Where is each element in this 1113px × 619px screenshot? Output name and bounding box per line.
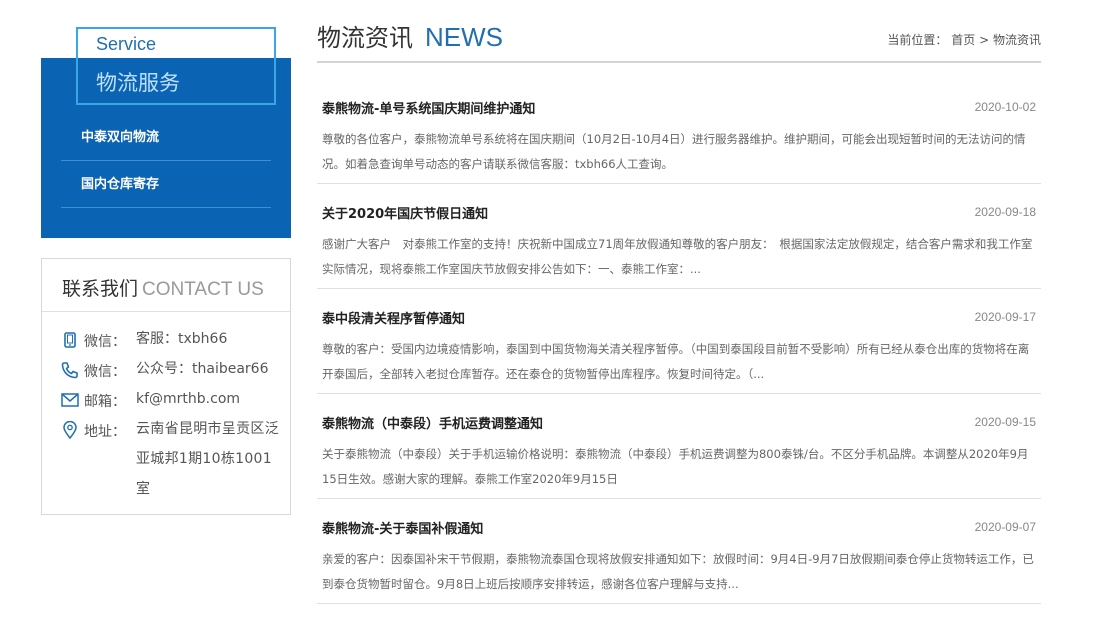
contact-heading: 联系我们 CONTACT US: [42, 259, 290, 312]
news-title[interactable]: 泰中段清关程序暂停通知: [322, 308, 1036, 327]
service-item-domestic-warehouse[interactable]: 国内仓库寄存: [61, 161, 271, 208]
news-summary: 亲爱的客户：因泰国补宋干节假期，泰熊物流泰国仓现将放假安排通知如下：放假时间：9…: [322, 552, 1034, 591]
news-summary: 尊敬的各位客户，泰熊物流单号系统将在国庆期间（10月2日-10月4日）进行服务器…: [322, 132, 1026, 171]
page-title-en: NEWS: [425, 22, 503, 52]
contact-row-email: 邮箱： kf@mrthb.com: [60, 391, 282, 414]
news-summary: 关于泰熊物流（中泰段）关于手机运输价格说明：泰熊物流（中泰段）手机运费调整为80…: [322, 447, 1029, 486]
location-pin-icon: [60, 421, 79, 439]
service-title-en: Service: [96, 34, 157, 54]
title-divider: [317, 61, 1041, 63]
contact-label: 邮箱：: [84, 394, 126, 410]
service-title-cn: 物流服务: [96, 71, 180, 95]
news-title[interactable]: 泰熊物流（中泰段）手机运费调整通知: [322, 413, 1036, 432]
service-item-china-thailand-logistics[interactable]: 中泰双向物流: [61, 114, 271, 161]
contact-title-cn: 联系我们: [62, 278, 139, 300]
news-title[interactable]: 泰熊物流-单号系统国庆期间维护通知: [322, 98, 1036, 117]
contact-label: 微信：: [84, 334, 126, 350]
breadcrumb: 当前位置： 首页 > 物流资讯: [887, 31, 1041, 48]
news-summary: 尊敬的客户：受国内边境疫情影响，泰国到中国货物海关清关程序暂停。（中国到泰国段目…: [322, 342, 1030, 381]
contact-address: 云南省昆明市呈贡区泛亚城邦1期10栋1001室: [136, 421, 279, 497]
news-item[interactable]: 泰熊物流-单号系统国庆期间维护通知 2020-10-02 尊敬的各位客户，泰熊物…: [317, 79, 1041, 184]
contact-label: 微信：: [84, 364, 126, 380]
news-date: 2020-09-07: [974, 520, 1036, 534]
news-date: 2020-09-18: [974, 205, 1036, 219]
news-title[interactable]: 关于2020年国庆节假日通知: [322, 203, 1036, 222]
news-item[interactable]: 泰中段清关程序暂停通知 2020-09-17 尊敬的客户：受国内边境疫情影响，泰…: [317, 289, 1041, 394]
page-title: 物流资讯 NEWS: [317, 18, 503, 53]
news-item[interactable]: 关于2020年国庆节假日通知 2020-09-18 感谢广大客户 对泰熊工作室的…: [317, 184, 1041, 289]
phone-icon: [60, 331, 79, 349]
contact-row-wechat-official: 微信： 公众号：thaibear66: [60, 361, 282, 384]
news-title[interactable]: 泰熊物流-关于泰国补假通知: [322, 518, 1036, 537]
breadcrumb-separator: >: [979, 33, 990, 47]
news-summary: 感谢广大客户 对泰熊工作室的支持！庆祝新中国成立71周年放假通知尊敬的客户朋友：…: [322, 237, 1033, 276]
contact-title-en: CONTACT US: [142, 279, 264, 300]
page-title-cn: 物流资讯: [317, 24, 413, 52]
breadcrumb-prefix: 当前位置：: [887, 33, 948, 47]
news-date: 2020-09-15: [974, 415, 1036, 429]
news-list: 泰熊物流-单号系统国庆期间维护通知 2020-10-02 尊敬的各位客户，泰熊物…: [317, 79, 1041, 604]
contact-value: 客服：txbh66: [136, 331, 228, 347]
contact-row-address: 地址： 云南省昆明市呈贡区泛亚城邦1期10栋1001室: [60, 421, 282, 504]
contact-panel: 联系我们 CONTACT US 微信： 客服：txbh66 微信： 公众号：tha…: [41, 258, 291, 515]
handset-icon: [60, 361, 79, 379]
news-date: 2020-09-17: [974, 310, 1036, 324]
contact-email[interactable]: kf@mrthb.com: [136, 384, 282, 414]
service-menu: 中泰双向物流 国内仓库寄存: [61, 114, 271, 208]
contact-value: 公众号：thaibear66: [136, 361, 269, 377]
news-item[interactable]: 泰熊物流-关于泰国补假通知 2020-09-07 亲爱的客户：因泰国补宋干节假期…: [317, 499, 1041, 604]
contact-label: 地址：: [84, 424, 126, 440]
contact-row-wechat-service: 微信： 客服：txbh66: [60, 331, 282, 354]
news-date: 2020-10-02: [974, 100, 1036, 114]
news-item[interactable]: 泰熊物流（中泰段）手机运费调整通知 2020-09-15 关于泰熊物流（中泰段）…: [317, 394, 1041, 499]
breadcrumb-current[interactable]: 物流资讯: [993, 33, 1041, 47]
mail-icon: [60, 391, 79, 409]
breadcrumb-home-link[interactable]: 首页: [951, 33, 975, 47]
